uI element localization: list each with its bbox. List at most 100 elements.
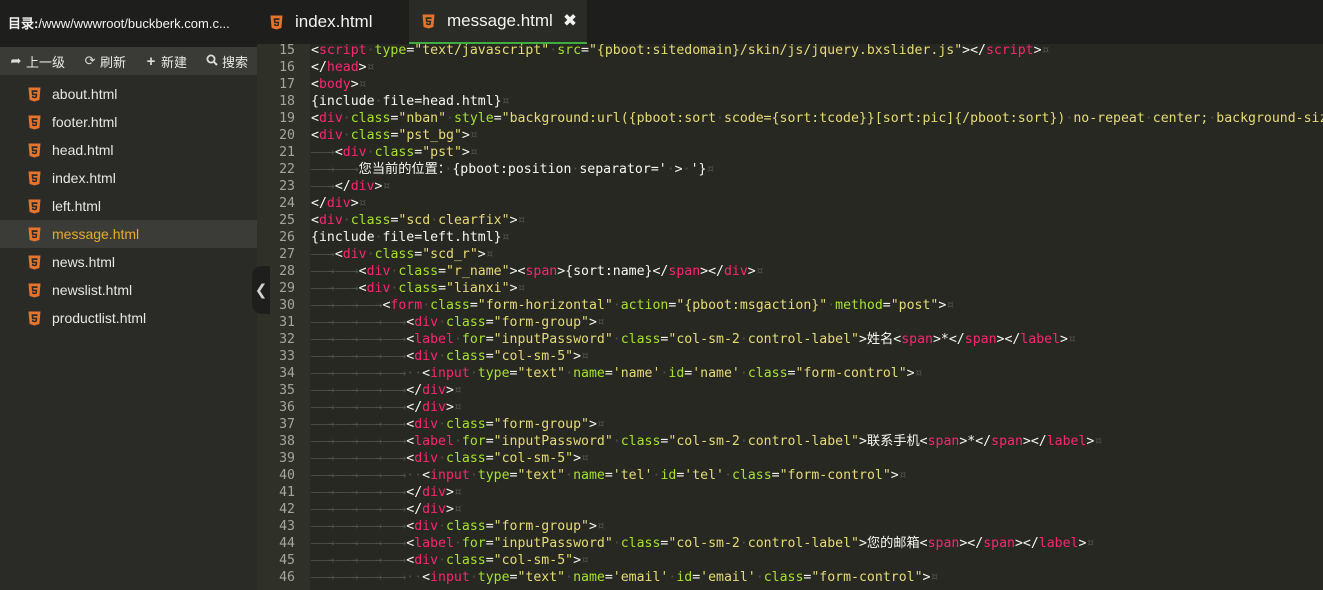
code-token: ¤: [1041, 44, 1050, 58]
code-token: div: [414, 349, 439, 364]
code-token: ¤: [358, 77, 367, 92]
code-token: id: [676, 570, 693, 585]
code-token: "col-sm-5": [493, 451, 574, 466]
search-label: 搜索: [222, 54, 249, 70]
line-content: <div·class="nban"·style="background:url(…: [311, 110, 1323, 127]
code-token: div: [318, 128, 343, 143]
code-token: =: [485, 519, 494, 534]
code-line: 37 ——→——→——→——→<div·class="form-group">¤: [257, 416, 1323, 433]
code-token: ·: [469, 366, 478, 381]
search-button[interactable]: 搜索: [196, 47, 257, 75]
tab-message-html[interactable]: message.html ✖: [409, 0, 587, 44]
code-token: label: [1046, 434, 1087, 449]
code-token: "pst": [422, 145, 462, 160]
code-token: ¤: [930, 570, 939, 585]
code-line: 17 <body>¤: [257, 76, 1323, 93]
line-content: </div>¤: [311, 195, 367, 212]
code-token: name: [573, 468, 605, 483]
code-token: ·: [565, 468, 574, 483]
file-item-footer[interactable]: footer.html: [0, 108, 257, 136]
file-item-productlist[interactable]: productlist.html: [0, 304, 257, 332]
code-token: >: [890, 468, 899, 483]
file-item-news[interactable]: news.html: [0, 248, 257, 276]
file-item-message[interactable]: message.html: [0, 220, 257, 248]
code-token: ¤: [366, 60, 375, 75]
code-token: ></: [962, 44, 986, 58]
code-token: <: [311, 77, 319, 92]
code-token: =: [485, 553, 494, 568]
code-token: div: [422, 383, 446, 398]
file-item-newslist[interactable]: newslist.html: [0, 276, 257, 304]
file-item-head[interactable]: head.html: [0, 136, 257, 164]
line-number: 21: [279, 145, 295, 160]
code-token: div: [342, 145, 367, 160]
file-item-left[interactable]: left.html: [0, 192, 257, 220]
code-token: ¤: [358, 196, 367, 211]
code-token: div: [366, 281, 391, 296]
close-tab-icon[interactable]: ✖: [563, 11, 577, 31]
code-token: =: [604, 468, 613, 483]
code-token: ¤: [501, 94, 510, 109]
sidebar-collapse-handle[interactable]: ❮: [252, 266, 270, 314]
code-token: class: [398, 281, 439, 296]
code-line: 21 ——→<div·class="pst">¤: [257, 144, 1323, 161]
code-token: ¤: [706, 162, 715, 177]
code-token: '}: [690, 162, 707, 177]
code-token: "col-sm-5": [493, 553, 574, 568]
code-line: 33 ——→——→——→——→<div·class="col-sm-5">¤: [257, 348, 1323, 365]
share-arrow-icon: ➦: [10, 53, 22, 68]
code-token: >*</: [959, 434, 992, 449]
code-token: ¤: [914, 366, 923, 381]
code-line: 40 ——→——→——→——→··<input·type="text"·name=…: [257, 467, 1323, 484]
code-token: method: [835, 298, 883, 313]
code-token: <: [334, 247, 343, 262]
code-token: <: [422, 366, 431, 381]
code-token: >: [588, 417, 597, 432]
file-item-index[interactable]: index.html: [0, 164, 257, 192]
code-token: </: [406, 502, 423, 517]
parent-dir-button[interactable]: ➦ 上一级: [0, 47, 74, 75]
code-token: "r_name": [446, 264, 510, 279]
code-token: ·: [430, 213, 439, 228]
code-token: control-label": [747, 536, 859, 551]
file-item-about[interactable]: about.html: [0, 80, 257, 108]
code-token: {include: [311, 230, 375, 245]
code-token: >: [509, 213, 518, 228]
refresh-button[interactable]: ⟳ 刷新: [74, 47, 135, 75]
code-token: ></: [1014, 536, 1039, 551]
code-line: 20 <div·class="pst_bg">¤: [257, 127, 1323, 144]
code-token: file=left.html}: [382, 230, 502, 245]
code-token: "form-group": [493, 519, 589, 534]
line-number: 19: [279, 111, 295, 126]
code-token: >: [588, 315, 597, 330]
code-line: 45 ——→——→——→——→<div·class="col-sm-5">¤: [257, 552, 1323, 569]
code-token: 'tel': [684, 468, 724, 483]
code-editor[interactable]: 15 <script·type="text/javascript"·src="{p…: [257, 44, 1323, 590]
code-token: for: [461, 536, 486, 551]
line-number: 17: [279, 77, 295, 92]
new-file-button[interactable]: + 新建: [135, 47, 196, 75]
line-number: 32: [279, 332, 295, 347]
file-name: left.html: [52, 198, 102, 214]
code-token: ·: [612, 434, 621, 449]
code-token: clearfix": [438, 213, 510, 228]
html5-file-icon: [28, 255, 41, 269]
refresh-icon: ⟳: [84, 53, 96, 68]
line-content: ——→——→——→——→</div>¤: [311, 382, 462, 399]
code-token: head: [326, 60, 359, 75]
tab-index-html[interactable]: index.html: [257, 0, 409, 44]
code-token: span: [991, 434, 1023, 449]
code-token: div: [422, 485, 446, 500]
line-content: ——→——→——→——→</div>¤: [311, 501, 462, 518]
code-token: type: [374, 44, 407, 58]
code-token: ¤: [946, 298, 955, 313]
code-token: 您当前的位置：: [358, 162, 445, 177]
code-token: 'name': [692, 366, 740, 381]
html5-file-icon: [28, 311, 41, 325]
code-token: >姓名<: [858, 332, 902, 347]
code-token: ——→——→: [311, 281, 359, 296]
line-content: <script·type="text/javascript"·src="{pbo…: [311, 44, 1050, 59]
code-token: "{pboot:sitedomain}/skin/js/jquery.bxsli…: [588, 44, 963, 58]
code-token: "col-sm-2: [668, 434, 740, 449]
code-token: span: [927, 536, 960, 551]
